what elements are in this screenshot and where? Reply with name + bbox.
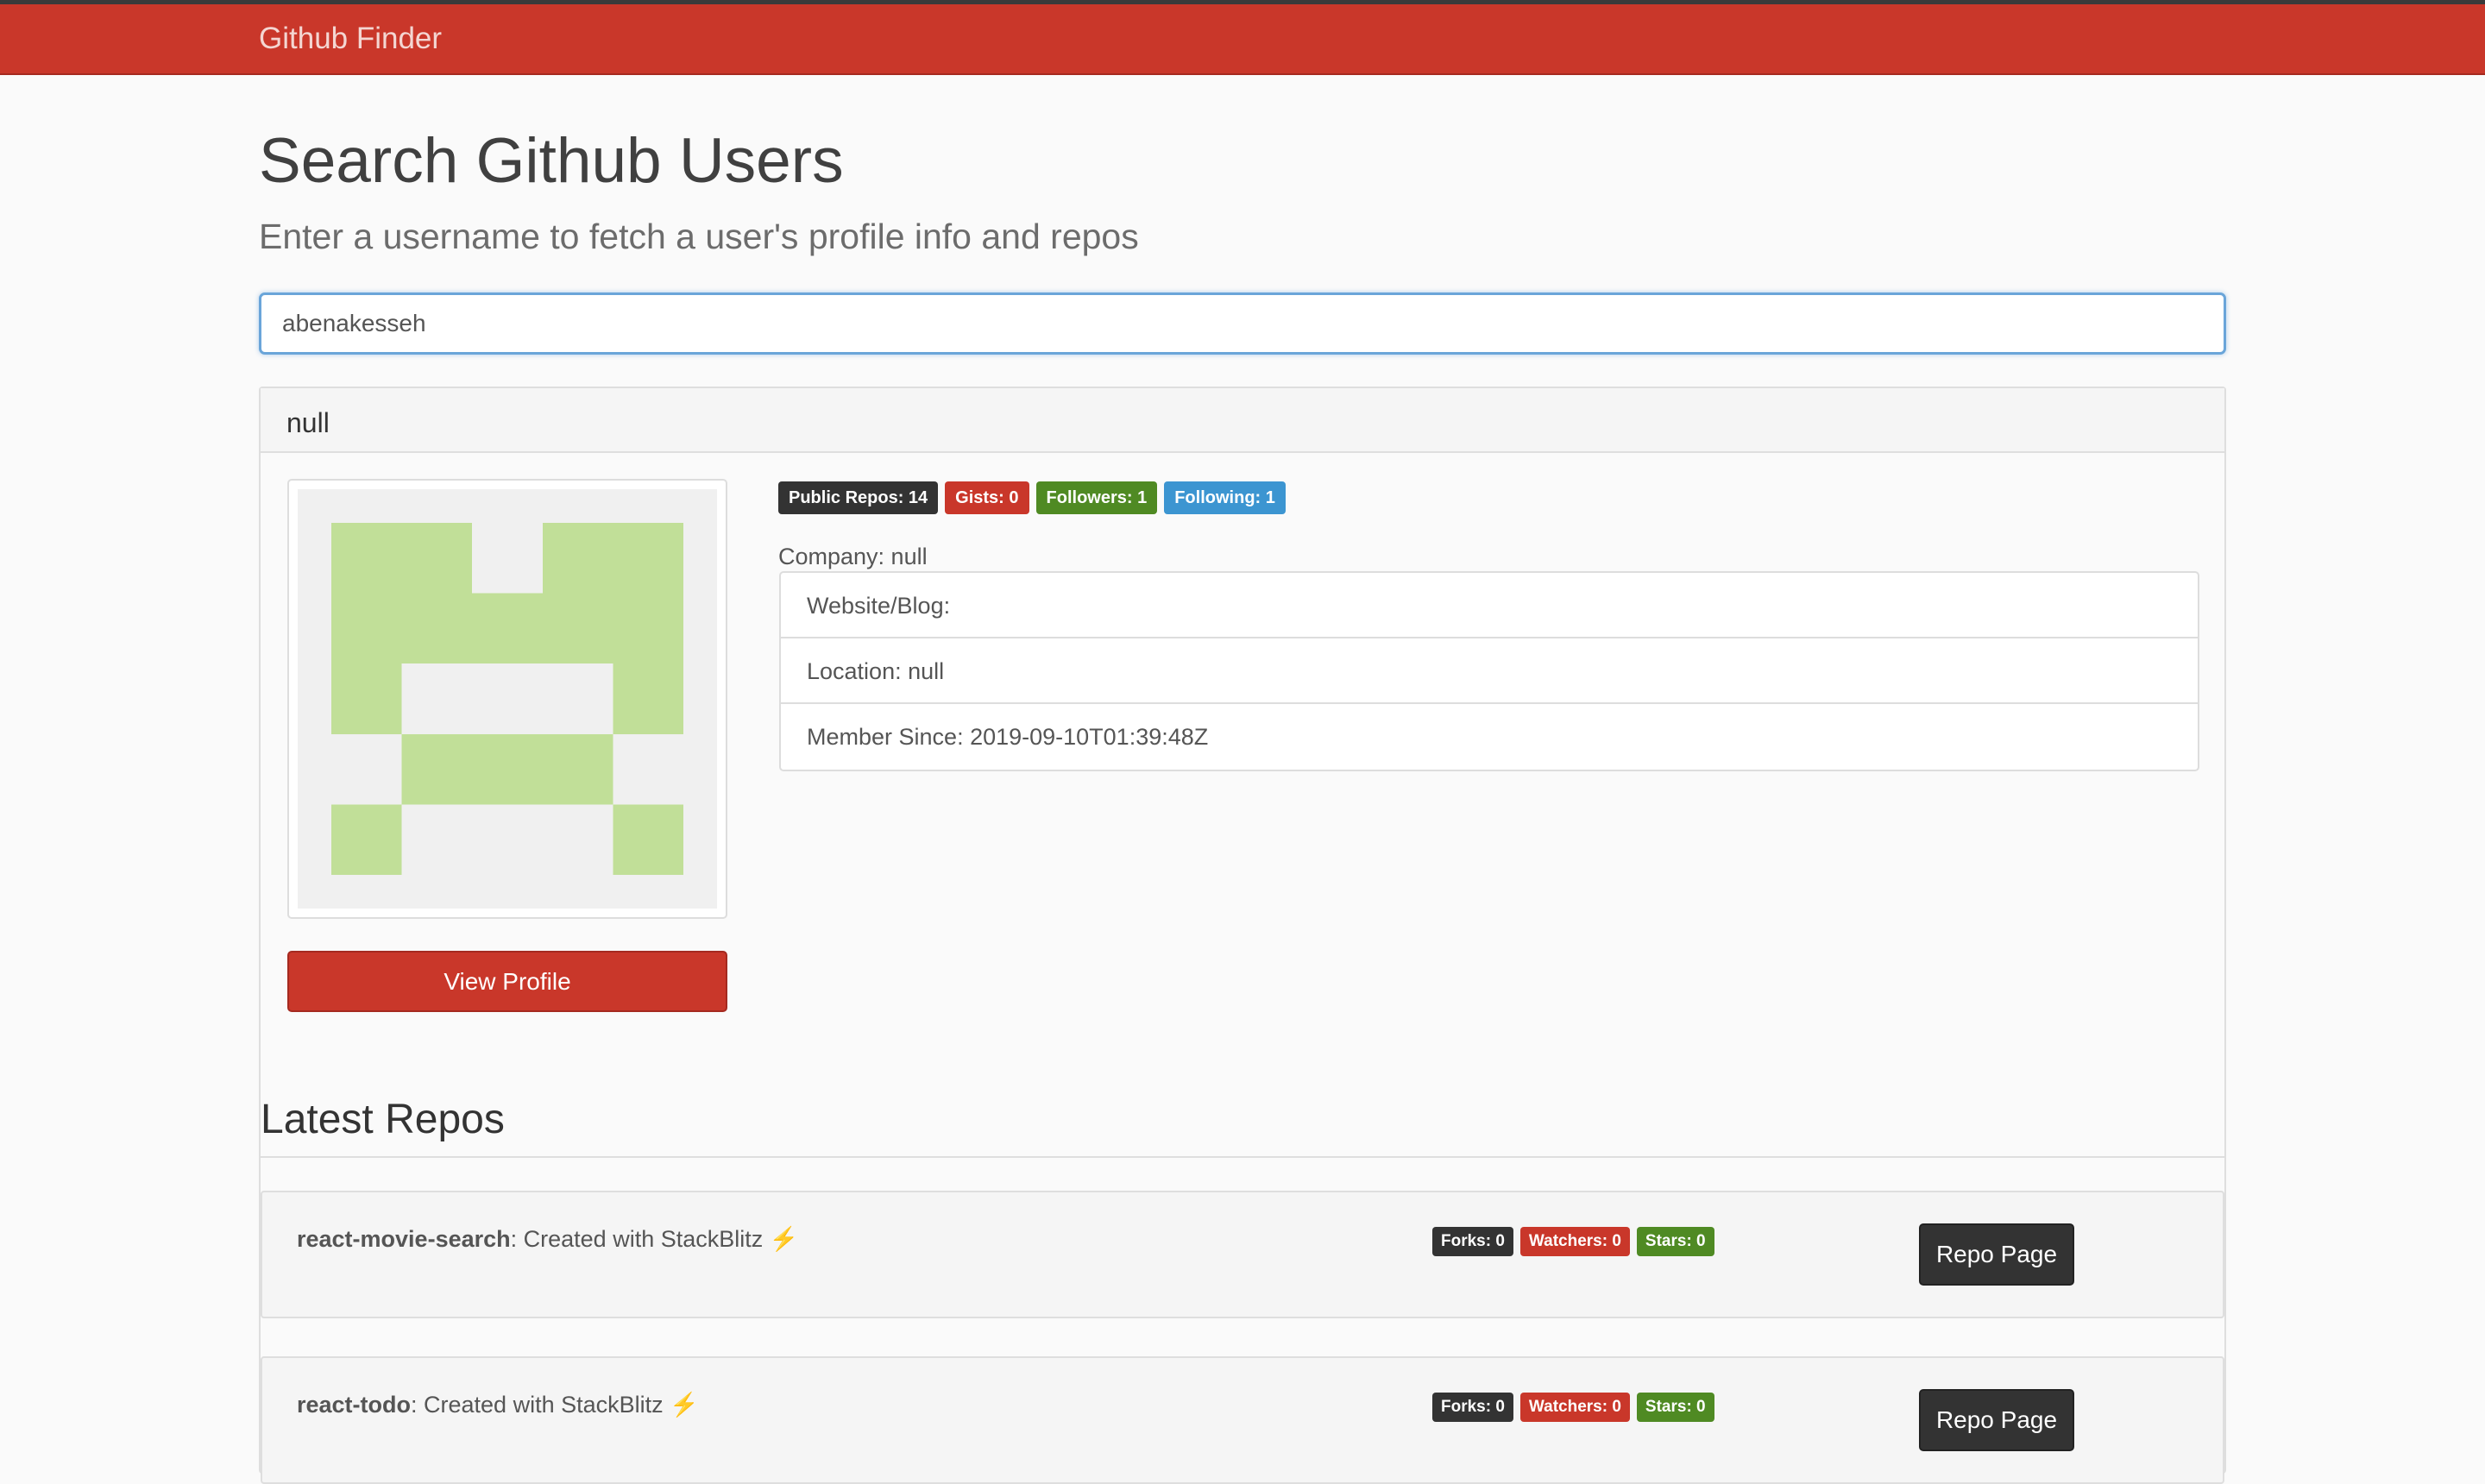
identicon-avatar-icon [298, 489, 717, 909]
lightning-icon: ⚡ [670, 1392, 699, 1418]
repo-badges: Forks: 0 Watchers: 0 Stars: 0 [1432, 1227, 1714, 1256]
repo-text: react-movie-search: Created with StackBl… [297, 1225, 798, 1253]
member-since-item: Member Since: 2019-09-10T01:39:48Z [807, 724, 1209, 750]
page-title: Search Github Users [259, 126, 844, 196]
repo-card: react-movie-search: Created with StackBl… [261, 1191, 2224, 1318]
repo-page-button[interactable]: Repo Page [1919, 1389, 2074, 1451]
public-repos-badge: Public Repos: 14 [778, 481, 939, 514]
search-field[interactable] [259, 292, 2226, 355]
brand-link[interactable]: Github Finder [259, 22, 442, 56]
website-item: Website/Blog: [781, 573, 2198, 638]
gists-badge: Gists: 0 [945, 481, 1029, 514]
watchers-badge: Watchers: 0 [1519, 1227, 1630, 1256]
forks-badge: Forks: 0 [1432, 1227, 1513, 1256]
following-badge: Following: 1 [1164, 481, 1286, 514]
profile-card: null View Profile Public Repos: 14 Gists… [259, 387, 2226, 1484]
search-input[interactable] [261, 295, 2224, 352]
stars-badge: Stars: 0 [1636, 1393, 1714, 1422]
stars-badge: Stars: 0 [1636, 1227, 1714, 1256]
profile-badges: Public Repos: 14 Gists: 0 Followers: 1 F… [778, 481, 1286, 514]
repo-badges: Forks: 0 Watchers: 0 Stars: 0 [1432, 1393, 1714, 1422]
repo-name: react-movie-search [297, 1226, 511, 1252]
repo-page-button[interactable]: Repo Page [1919, 1223, 2074, 1286]
repo-description: : Created with StackBlitz [411, 1392, 670, 1418]
repo-description: : Created with StackBlitz [510, 1226, 770, 1252]
page-subtitle: Enter a username to fetch a user's profi… [259, 217, 1139, 256]
repo-card: react-todo: Created with StackBlitz ⚡ Fo… [261, 1356, 2224, 1484]
location-item: Location: null [781, 638, 2198, 704]
navbar: Github Finder [0, 4, 2485, 75]
profile-name: null [286, 407, 330, 438]
lightning-icon: ⚡ [769, 1226, 799, 1252]
profile-info-list: Website/Blog: Location: null Member Sinc… [779, 571, 2199, 771]
view-profile-button[interactable]: View Profile [287, 951, 727, 1012]
repo-name: react-todo [297, 1392, 412, 1418]
profile-card-header: null [261, 388, 2224, 453]
divider [261, 1156, 2224, 1158]
avatar [287, 479, 727, 919]
forks-badge: Forks: 0 [1432, 1393, 1513, 1422]
repo-text: react-todo: Created with StackBlitz ⚡ [297, 1391, 699, 1418]
watchers-badge: Watchers: 0 [1519, 1393, 1630, 1422]
followers-badge: Followers: 1 [1035, 481, 1158, 514]
company-text: Company: null [778, 544, 928, 569]
latest-repos-heading: Latest Repos [261, 1097, 505, 1142]
